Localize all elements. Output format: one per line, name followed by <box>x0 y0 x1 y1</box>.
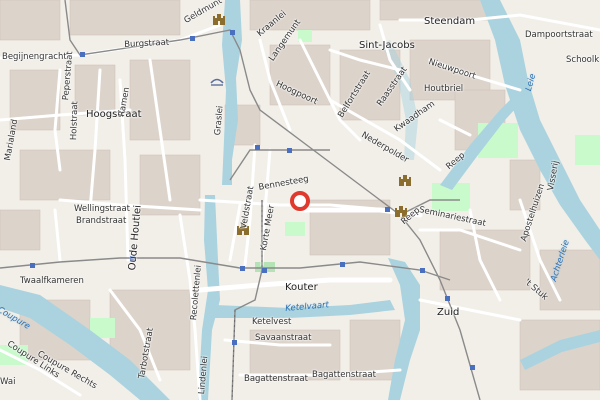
castle-icon[interactable] <box>212 12 226 26</box>
label-houtbriel: Houtbriel <box>424 84 464 94</box>
label-sint-jacobs: Sint-Jacobs <box>359 40 415 51</box>
label-kouter: Kouter <box>285 282 318 293</box>
label-bagattenstraat-2: Bagattenstraat <box>312 370 376 380</box>
label-dampoortstraat: Dampoortstraat <box>525 30 593 40</box>
label-brandstraat: Brandstraat <box>76 216 127 226</box>
label-kwai: Wai <box>0 377 16 387</box>
label-schoolk: Schoolk <box>566 55 600 65</box>
location-marker[interactable] <box>289 190 311 212</box>
label-zuid: Zuid <box>437 307 460 318</box>
label-ketelvest: Ketelvest <box>252 317 292 327</box>
map-view[interactable]: Steendam Dampoortstraat Sint-Jacobs Burg… <box>0 0 600 400</box>
label-steendam: Steendam <box>424 16 476 27</box>
label-holstraat: Holstraat <box>69 101 81 141</box>
castle-icon[interactable] <box>398 173 412 187</box>
label-hoogstraat: Hoogstraat <box>86 109 142 120</box>
label-burgstraat: Burgstraat <box>123 37 170 50</box>
label-wellingstraat: Wellingstraat <box>74 204 131 214</box>
label-twaalfkameren: Twaalfkameren <box>20 276 84 286</box>
label-bagattenstraat-1: Bagattenstraat <box>244 374 308 384</box>
bridge-icon <box>210 74 224 88</box>
label-savaanstraat: Savaanstraat <box>255 333 312 343</box>
label-begijnengracht: Begijnengracht <box>2 52 67 62</box>
